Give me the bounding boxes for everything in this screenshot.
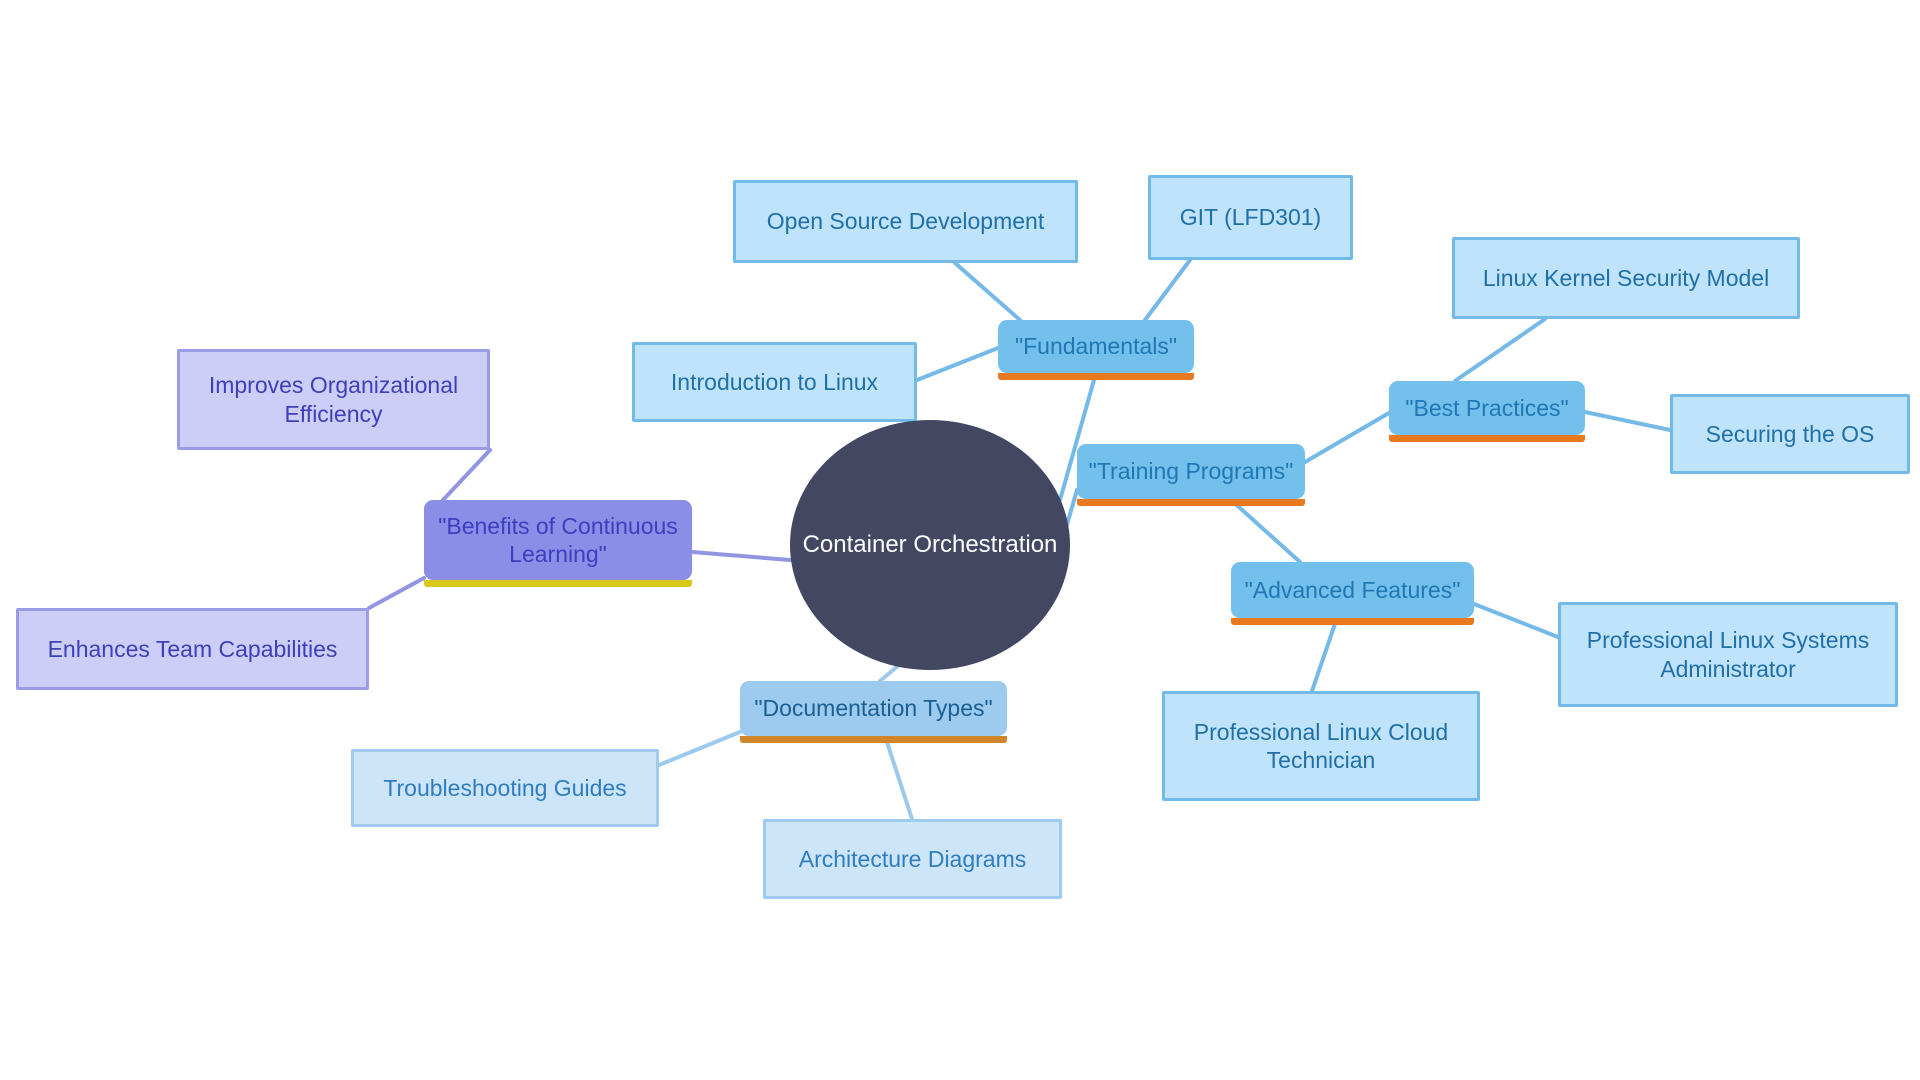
branch-node-training-programs[interactable]: "Training Programs" [1077,444,1305,506]
branch-node-label-advanced-features: "Advanced Features" [1244,576,1461,603]
edge-fundamentals-intro-linux [915,346,1000,382]
leaf-node-label-enhances-team-capabilities: Enhances Team Capabilities [47,635,338,662]
branch-node-label-documentation-types: "Documentation Types" [754,695,993,722]
root-node-root[interactable]: Container Orchestration [790,420,1070,670]
branch-node-advanced-features[interactable]: "Advanced Features" [1231,562,1474,625]
branch-node-label-fundamentals: "Fundamentals" [1014,333,1178,360]
leaf-node-open-source-development[interactable]: Open Source Development [733,180,1078,263]
edge-af-cloud-technician [1310,616,1339,693]
branch-underline-benefits-of-continuous-learning [424,580,692,587]
branch-node-benefits-of-continuous-learning[interactable]: "Benefits of Continuous Learning" [424,500,692,587]
leaf-node-label-troubleshooting-guides: Troubleshooting Guides [383,774,627,801]
leaf-node-linux-kernel-security-model[interactable]: Linux Kernel Security Model [1452,237,1800,319]
leaf-node-label-architecture-diagrams: Architecture Diagrams [798,845,1027,872]
branch-node-label-best-practices: "Best Practices" [1405,394,1569,421]
edge-doc-troubleshooting [657,730,742,767]
edge-fundamentals-git [1143,258,1192,322]
edge-training-advanced-features [1228,497,1302,564]
mindmap-canvas: Container Orchestration "Fundamentals" Ope… [0,0,1920,1080]
leaf-node-architecture-diagrams[interactable]: Architecture Diagrams [763,819,1062,899]
leaf-node-label-professional-linux-systems-administrator: Professional Linux Systems Administrator [1586,627,1870,682]
leaf-node-professional-linux-systems-administrator[interactable]: Professional Linux Systems Administrator [1558,602,1898,707]
edge-af-systems-admin [1472,602,1560,639]
branch-underline-fundamentals [998,373,1194,380]
branch-node-best-practices[interactable]: "Best Practices" [1389,381,1585,442]
branch-node-fundamentals[interactable]: "Fundamentals" [998,320,1194,380]
edge-benefits-improves-efficiency [441,448,492,502]
leaf-node-label-open-source-development: Open Source Development [766,208,1045,235]
branch-node-documentation-types[interactable]: "Documentation Types" [740,681,1007,743]
edge-doc-architecture [883,734,914,821]
leaf-node-improves-organizational-efficiency[interactable]: Improves Organizational Efficiency [177,349,490,450]
leaf-node-label-introduction-to-linux: Introduction to Linux [670,368,879,395]
leaf-node-securing-the-os[interactable]: Securing the OS [1670,394,1910,474]
leaf-node-label-improves-organizational-efficiency: Improves Organizational Efficiency [208,372,459,427]
leaf-node-enhances-team-capabilities[interactable]: Enhances Team Capabilities [16,608,369,690]
leaf-node-troubleshooting-guides[interactable]: Troubleshooting Guides [351,749,659,827]
leaf-node-label-linux-kernel-security-model: Linux Kernel Security Model [1482,264,1770,291]
leaf-node-professional-linux-cloud-technician[interactable]: Professional Linux Cloud Technician [1162,691,1480,801]
branch-underline-documentation-types [740,736,1007,743]
edge-fundamentals-open-source [953,261,1022,322]
branch-node-label-training-programs: "Training Programs" [1088,458,1294,485]
edge-bp-kernel-security [1453,317,1547,383]
branch-underline-training-programs [1077,499,1305,506]
edge-root-benefits [690,550,792,562]
branch-underline-best-practices [1389,435,1585,442]
branch-node-label-benefits-of-continuous-learning: "Benefits of Continuous Learning" [438,512,678,567]
root-node-label: Container Orchestration [802,531,1058,559]
branch-underline-advanced-features [1231,618,1474,625]
leaf-node-label-securing-the-os: Securing the OS [1705,420,1875,447]
edge-training-best-practices [1303,411,1391,464]
leaf-node-git-lfd301[interactable]: GIT (LFD301) [1148,175,1353,260]
leaf-node-label-git-lfd301: GIT (LFD301) [1179,204,1322,231]
leaf-node-introduction-to-linux[interactable]: Introduction to Linux [632,342,917,422]
edge-benefits-enhances-team [367,576,426,610]
leaf-node-label-professional-linux-cloud-technician: Professional Linux Cloud Technician [1193,718,1449,773]
edge-bp-securing-os [1583,410,1672,432]
